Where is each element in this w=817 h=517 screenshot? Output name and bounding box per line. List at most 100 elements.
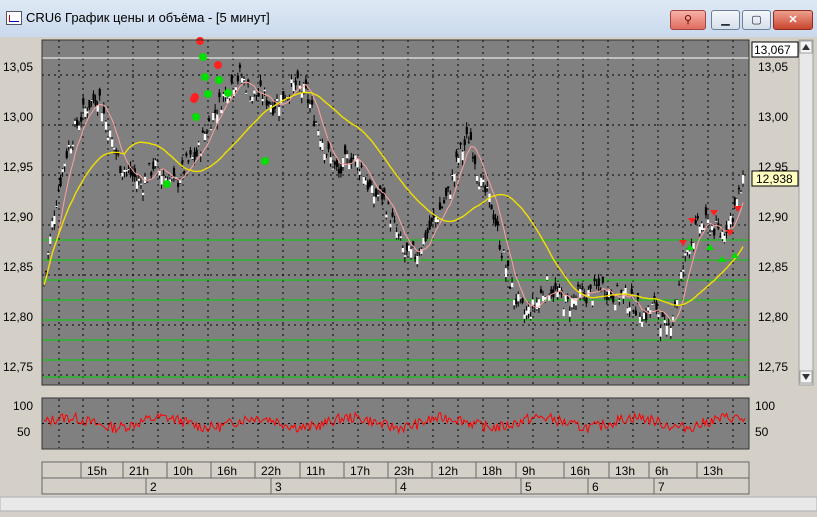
price-bar: [663, 320, 666, 324]
price-bar: [688, 251, 691, 255]
price-bar: [387, 202, 390, 204]
signal-dot: [201, 73, 209, 81]
close-button[interactable]: ✕: [773, 10, 813, 30]
price-bar: [261, 99, 264, 102]
price-bar: [416, 255, 419, 265]
window-titlebar: CRU6 График цены и объёма - [5 минут] ⚲ …: [0, 0, 817, 38]
price-bar: [430, 217, 433, 221]
price-bar: [278, 107, 281, 116]
osc-tick-label: 50: [17, 425, 31, 439]
price-bar: [678, 284, 681, 286]
price-bar: [61, 169, 64, 173]
price-bar: [461, 151, 464, 161]
hour-label: 13h: [703, 464, 723, 478]
y-tick-label: 12,90: [758, 210, 788, 224]
price-bar: [63, 163, 66, 167]
horizontal-scrollbar[interactable]: [0, 496, 817, 512]
price-bar: [325, 154, 328, 156]
price-bar: [574, 298, 578, 306]
price-bar: [682, 269, 685, 272]
price-bar: [370, 185, 374, 194]
price-bar: [362, 177, 365, 184]
price-bar: [692, 242, 695, 249]
price-bar: [500, 256, 503, 258]
price-bar: [527, 306, 530, 314]
price-bar: [170, 177, 174, 179]
price-bar: [723, 235, 726, 243]
price-bar: [424, 232, 427, 242]
price-bar: [618, 300, 621, 302]
price-bar: [711, 226, 714, 231]
price-bar: [135, 181, 138, 189]
price-bar: [509, 286, 512, 289]
price-bar: [111, 139, 114, 147]
price-bar: [323, 153, 326, 160]
price-bar: [139, 183, 143, 185]
day-label: 5: [525, 480, 532, 494]
price-bar: [152, 161, 155, 169]
price-bar: [187, 160, 190, 162]
price-bar: [486, 186, 489, 189]
hour-label: 15h: [87, 464, 107, 478]
price-bar: [638, 316, 642, 323]
pin-button[interactable]: ⚲: [670, 10, 706, 30]
price-bar: [585, 297, 588, 304]
osc-tick-label: 100: [755, 399, 775, 413]
price-bar: [141, 192, 145, 196]
price-bar: [257, 92, 260, 97]
price-bar: [628, 307, 631, 312]
minimize-button[interactable]: ▁: [711, 10, 740, 30]
signal-dot: [215, 76, 223, 84]
y-tick-label: 12,80: [3, 310, 33, 324]
price-bar: [739, 192, 743, 194]
price-bar: [445, 187, 448, 196]
day-label: 7: [658, 480, 665, 494]
price-bar: [212, 112, 215, 121]
price-bar: [331, 168, 334, 170]
pin-icon: ⚲: [683, 14, 693, 26]
hour-label: 18h: [482, 464, 502, 478]
price-bar: [189, 150, 192, 155]
price-bar: [379, 185, 382, 190]
price-bar: [360, 165, 363, 167]
price-bar: [667, 323, 670, 325]
price-bar: [119, 166, 122, 174]
price-bar: [482, 179, 485, 183]
price-bar: [177, 182, 180, 187]
price-bar: [185, 153, 188, 156]
y-tick-label: 12,90: [3, 210, 33, 224]
price-bar: [410, 249, 413, 258]
price-bar: [463, 139, 466, 146]
price-bar: [290, 79, 293, 84]
price-bar: [480, 177, 483, 186]
vertical-scrollbar[interactable]: [798, 39, 814, 386]
price-bar: [519, 297, 522, 299]
price-bar: [333, 161, 336, 165]
price-bar: [49, 236, 52, 245]
price-bar: [451, 175, 454, 177]
price-bar: [341, 157, 345, 167]
maximize-button[interactable]: ▢: [742, 10, 771, 30]
price-bar: [700, 223, 703, 231]
price-bar: [218, 92, 221, 98]
price-bar: [440, 207, 444, 209]
price-bar: [296, 70, 299, 78]
price-bar: [484, 186, 487, 193]
price-bar: [368, 179, 371, 187]
price-bar: [647, 307, 650, 311]
price-bar: [156, 159, 159, 161]
price-bar: [372, 196, 376, 204]
price-bar: [292, 82, 295, 92]
price-bar: [356, 158, 359, 168]
price-bar: [317, 131, 320, 136]
price-bar: [643, 312, 646, 320]
price-bar: [395, 232, 398, 238]
y-tick-label: 13,00: [758, 110, 788, 124]
price-bar: [313, 120, 316, 127]
price-bar: [207, 118, 211, 122]
price-bar: [554, 283, 557, 290]
price-bar: [53, 215, 56, 225]
hour-labels: 15h 21h 10h 16h 22h 11h 17h 23h 12h 18h 9h 16h 13h 6h…: [80, 462, 723, 478]
price-bar: [306, 99, 310, 104]
price-bar: [84, 108, 87, 117]
